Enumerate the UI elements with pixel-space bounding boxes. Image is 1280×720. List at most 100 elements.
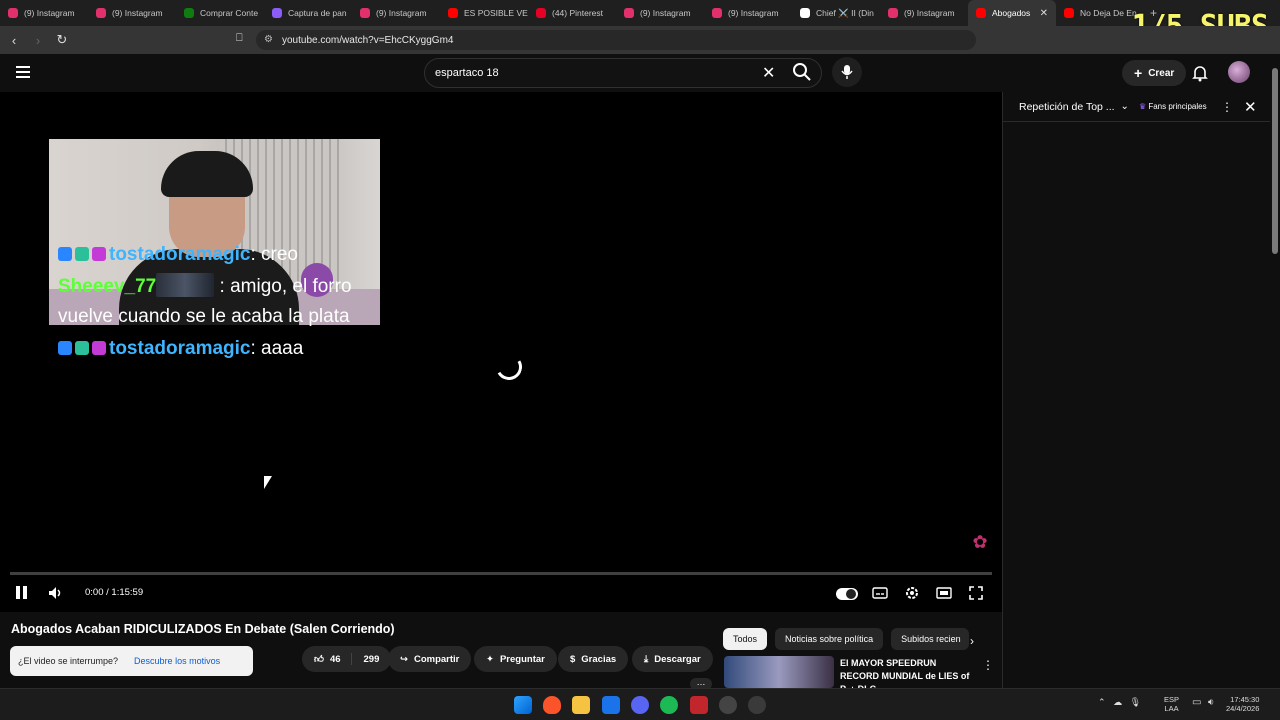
browser-tab[interactable]: Abogados ✕ bbox=[968, 0, 1056, 26]
like-button[interactable]: 👍︎ 46 bbox=[314, 653, 352, 665]
notifications-bell-icon[interactable] bbox=[1190, 63, 1210, 83]
chat-mode-title[interactable]: Repetición de Top ... bbox=[1019, 101, 1115, 113]
dislike-button[interactable]: 299 bbox=[352, 654, 392, 665]
chip-recently-uploaded[interactable]: Subidos recien bbox=[891, 628, 970, 650]
avatar[interactable] bbox=[1228, 61, 1250, 83]
brave-browser-icon[interactable] bbox=[543, 696, 561, 714]
dislike-count: 299 bbox=[363, 653, 380, 665]
system-tray: ⌃ ☁ 🎙︎ bbox=[1098, 697, 1141, 708]
browser-tab[interactable]: Chief ⚔️ II (Din bbox=[792, 0, 880, 26]
clock[interactable]: 17:45:30 24/4/2026 bbox=[1226, 695, 1259, 713]
chat-text: : aaaa bbox=[250, 338, 304, 359]
tab-favicon-icon bbox=[624, 8, 634, 18]
super-thanks-icon: $ bbox=[570, 653, 576, 665]
tab-favicon-icon bbox=[184, 8, 194, 18]
subtitles-icon[interactable] bbox=[872, 585, 888, 601]
close-tab-icon[interactable]: ✕ bbox=[1040, 8, 1048, 19]
tab-favicon-icon bbox=[536, 8, 546, 18]
tab-favicon-icon bbox=[712, 8, 722, 18]
ccleaner-icon[interactable] bbox=[748, 696, 766, 714]
forward-icon[interactable]: › bbox=[28, 30, 48, 50]
create-button[interactable]: + Crear bbox=[1122, 60, 1187, 86]
learn-why-link[interactable]: Descubre los motivos bbox=[134, 656, 220, 666]
theater-mode-icon[interactable] bbox=[936, 585, 952, 601]
share-icon: ↪ bbox=[400, 653, 408, 665]
video-title: Abogados Acaban RIDICULIZADOS En Debate … bbox=[11, 622, 395, 636]
network-icon[interactable]: ▭ bbox=[1192, 697, 1201, 708]
clear-search-icon[interactable]: ✕ bbox=[762, 63, 775, 83]
more-vert-icon[interactable]: ⋮ bbox=[1221, 100, 1233, 114]
video-player[interactable]: tostadoramagic: creo Sheeev_77 : amigo, … bbox=[0, 92, 1002, 612]
settings-gear-icon[interactable] bbox=[904, 585, 920, 601]
stream-app-icon[interactable] bbox=[690, 696, 708, 714]
tab-label: (9) Instagram bbox=[24, 8, 75, 18]
address-bar[interactable]: ⚙ youtube.com/watch?v=EhcCKyggGm4 bbox=[256, 30, 976, 50]
browser-tab[interactable]: Comprar Conte bbox=[176, 0, 264, 26]
progress-bar[interactable] bbox=[10, 572, 992, 575]
chip-politics-news[interactable]: Noticias sobre política bbox=[775, 628, 884, 650]
tab-label: Abogados bbox=[992, 8, 1031, 18]
language-code: ESP bbox=[1164, 695, 1180, 704]
microphone-tray-icon[interactable]: 🎙︎ bbox=[1130, 697, 1141, 707]
chevron-down-icon[interactable]: ⌄ bbox=[1121, 101, 1129, 112]
browser-tab[interactable]: (9) Instagram bbox=[880, 0, 968, 26]
tab-label: ES POSIBLE VE bbox=[464, 8, 528, 18]
close-icon[interactable]: ✕ bbox=[1244, 98, 1257, 116]
channel-watermark-icon[interactable]: ✿ bbox=[970, 532, 990, 558]
browser-tab[interactable]: (9) Instagram bbox=[704, 0, 792, 26]
tab-favicon-icon bbox=[888, 8, 898, 18]
volume-icon[interactable] bbox=[48, 585, 64, 601]
share-button[interactable]: ↪ Compartir bbox=[388, 646, 472, 672]
bing-icon[interactable] bbox=[602, 696, 620, 714]
steam-icon[interactable] bbox=[719, 696, 737, 714]
search-icon[interactable] bbox=[792, 62, 812, 82]
page-scrollbar[interactable] bbox=[1270, 54, 1280, 688]
tab-label: (9) Instagram bbox=[640, 8, 691, 18]
chevron-up-icon[interactable]: ⌃ bbox=[1098, 697, 1106, 707]
top-fans-badge[interactable]: ♛ Fans principales bbox=[1139, 102, 1207, 111]
onedrive-icon[interactable]: ☁ bbox=[1113, 697, 1122, 707]
pause-icon[interactable] bbox=[14, 585, 30, 601]
discord-icon[interactable] bbox=[631, 696, 649, 714]
sparkle-icon: ✦ bbox=[486, 653, 494, 665]
url-text: youtube.com/watch?v=EhcCKyggGm4 bbox=[282, 34, 454, 46]
chip-all[interactable]: Todos bbox=[723, 628, 768, 650]
browser-tab[interactable]: Captura de pan bbox=[264, 0, 352, 26]
thanks-label: Gracias bbox=[581, 653, 617, 665]
reload-icon[interactable]: ↻ bbox=[52, 30, 72, 50]
browser-tab[interactable]: (9) Instagram bbox=[352, 0, 440, 26]
voice-search-button[interactable] bbox=[832, 57, 862, 87]
tab-label: (9) Instagram bbox=[728, 8, 779, 18]
speaker-icon[interactable]: 🔉︎ bbox=[1208, 697, 1214, 708]
menu-icon[interactable] bbox=[16, 66, 30, 78]
browser-tab[interactable]: (9) Instagram bbox=[616, 0, 704, 26]
tab-label: Chief ⚔️ II (Din bbox=[816, 7, 874, 18]
back-icon[interactable]: ‹ bbox=[4, 30, 24, 50]
tab-label: No Deja De En bbox=[1080, 8, 1137, 18]
emote-image bbox=[156, 273, 215, 297]
browser-tab[interactable]: (9) Instagram bbox=[88, 0, 176, 26]
site-info-icon[interactable]: ⚙ bbox=[264, 34, 273, 45]
chevron-right-icon[interactable]: › bbox=[970, 634, 974, 648]
recommendation-thumbnail[interactable] bbox=[724, 656, 834, 688]
fullscreen-icon[interactable] bbox=[968, 585, 984, 601]
autoplay-toggle[interactable] bbox=[836, 588, 858, 600]
download-icon: ⤓ bbox=[644, 653, 649, 665]
ask-button[interactable]: ✦ Preguntar bbox=[474, 646, 557, 672]
browser-tab[interactable]: (44) Pinterest bbox=[528, 0, 616, 26]
file-explorer-icon[interactable] bbox=[572, 696, 590, 714]
tab-favicon-icon bbox=[8, 8, 18, 18]
browser-tab[interactable]: (9) Instagram bbox=[0, 0, 88, 26]
language-indicator[interactable]: ESP LAA bbox=[1164, 695, 1179, 713]
bookmark-icon[interactable]: ⎕ bbox=[236, 32, 243, 45]
search-input-value: espartaco 18 bbox=[435, 67, 499, 79]
chat-message: tostadoramagic: creo bbox=[58, 240, 358, 270]
more-vert-icon[interactable]: ⋮ bbox=[982, 658, 994, 672]
windows-start-icon[interactable] bbox=[514, 696, 532, 714]
thanks-button[interactable]: $ Gracias bbox=[558, 646, 629, 672]
download-button[interactable]: ⤓ Descargar bbox=[632, 646, 713, 672]
browser-tab[interactable]: ES POSIBLE VE bbox=[440, 0, 528, 26]
interrupt-question: ¿El video se interrumpe? bbox=[18, 656, 119, 666]
scrollbar-thumb[interactable] bbox=[1272, 68, 1278, 254]
spotify-icon[interactable] bbox=[660, 696, 678, 714]
